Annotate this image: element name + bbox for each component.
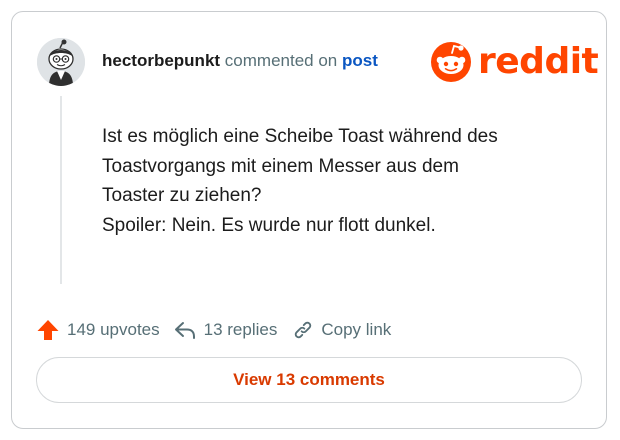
copy-link-action[interactable]: Copy link [292, 319, 391, 341]
username-link[interactable]: hectorbepunkt [102, 51, 220, 70]
user-avatar[interactable] [37, 38, 85, 86]
action-bar: 149 upvotes 13 replies Copy link [36, 318, 391, 342]
commented-on-text: commented on [224, 51, 338, 70]
reply-arrow-icon [174, 322, 195, 339]
copy-link-label: Copy link [321, 320, 392, 339]
avatar-snoo-icon [37, 38, 85, 86]
comment-line: Ist es möglich eine Scheibe Toast währen… [102, 126, 498, 147]
comment-body: Ist es möglich eine Scheibe Toast währen… [102, 122, 572, 240]
reply-count: 13 replies [203, 320, 278, 339]
link-icon [295, 321, 312, 339]
thread-line [60, 96, 62, 284]
reddit-snoo-icon [431, 42, 471, 82]
view-comments-label: View 13 comments [233, 370, 385, 389]
comment-line: Toaster zu ziehen? [102, 185, 262, 206]
comment-line: Spoiler: Nein. Es wurde nur flott dunkel… [102, 214, 436, 236]
reddit-logo[interactable]: reddit [430, 41, 599, 83]
reddit-wordmark: reddit [478, 41, 599, 82]
comment-header: hectorbepunkt commented on post [102, 50, 378, 72]
upvote-arrow-icon[interactable] [36, 318, 60, 342]
replies-action[interactable]: 13 replies [173, 318, 278, 342]
comment-line: Toastvorgangs mit einem Messer aus dem [102, 155, 459, 177]
post-link[interactable]: post [342, 51, 378, 70]
view-comments-button[interactable]: View 13 comments [36, 357, 582, 403]
upvote-action[interactable]: 149 upvotes [36, 318, 160, 342]
upvote-count: 149 upvotes [67, 320, 160, 339]
embedded-comment-card: hectorbepunkt commented on post reddit I… [11, 11, 607, 429]
